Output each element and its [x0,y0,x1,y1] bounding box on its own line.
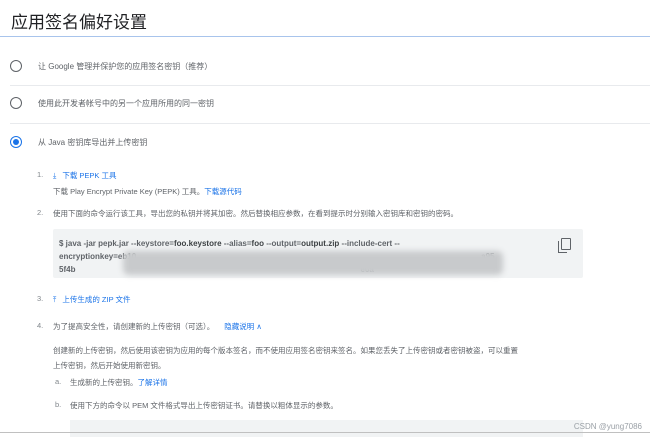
download-pepk-link[interactable]: ⤓ 下载 PEPK 工具 [53,170,117,181]
step-description: 下载 Play Encrypt Private Key (PEPK) 工具。下载… [53,186,242,197]
upload-icon: ⤒ [53,295,57,304]
step-number: 1. [37,170,44,179]
divider [10,123,650,124]
substep-text: 生成新的上传密钥。了解详情 [70,377,168,388]
text: 为了提高安全性，请创建新的上传密钥（可选）。 [53,322,215,331]
paragraph-line: 上传密钥，然后开始使用新密钥。 [53,361,166,370]
option-java-keystore[interactable]: 从 Java 密钥库导出并上传密钥 [10,136,650,148]
substep-letter: b. [55,400,62,409]
step-number: 3. [37,294,44,303]
download-icon: ⤓ [53,171,57,180]
substep-text: 使用下方的命令以 PEM 文件格式导出上传密钥证书。请替换以粗体显示的参数。 [70,401,338,410]
hide-instructions-link[interactable]: 隐藏说明 ∧ [224,322,262,331]
divider [10,85,650,86]
header-divider [0,36,650,37]
desc-text: 下载 Play Encrypt Private Key (PEPK) 工具。 [53,187,205,196]
redaction-blur [123,251,503,275]
substep-letter: a. [55,377,62,386]
page-title: 应用签名偏好设置 [11,13,147,32]
radio-button[interactable] [10,97,22,109]
command-code-block-2 [70,420,583,437]
bottom-divider [0,432,650,433]
upload-zip-link[interactable]: ⤒ 上传生成的 ZIP 文件 [53,294,131,305]
radio-button-selected[interactable] [10,136,22,148]
download-source-link[interactable]: 下载源代码 [204,187,242,196]
step-text: 使用下面的命令运行该工具，导出您的私钥并将其加密。然后替换相应参数，在看到提示时… [53,209,458,218]
step-number: 4. [37,321,44,330]
paragraph-line: 创建新的上传密钥，然后使用该密钥为应用的每个版本签名，而不使用应用签名密钥来签名… [53,346,518,355]
watermark: CSDN @yung7086 [573,422,642,431]
option-label: 使用此开发者帐号中的另一个应用所用的同一密钥 [38,98,214,108]
option-google-managed[interactable]: 让 Google 管理并保护您的应用签名密钥（推荐） [10,60,650,72]
option-same-key[interactable]: 使用此开发者帐号中的另一个应用所用的同一密钥 [10,97,650,109]
step-text: 为了提高安全性，请创建新的上传密钥（可选）。 隐藏说明 ∧ [53,321,262,332]
radio-button[interactable] [10,60,22,72]
option-label: 让 Google 管理并保护您的应用签名密钥（推荐） [38,61,213,71]
learn-more-link[interactable]: 了解详情 [138,378,168,387]
command-code-block[interactable]: $ java -jar pepk.jar --keystore=foo.keys… [53,229,583,278]
link-label: 上传生成的 ZIP 文件 [62,295,131,304]
text: 生成新的上传密钥。 [70,378,138,387]
link-label: 下载 PEPK 工具 [62,171,117,180]
copy-icon[interactable] [558,238,571,253]
step-number: 2. [37,208,44,217]
option-label: 从 Java 密钥库导出并上传密钥 [38,137,148,147]
code-line-1: $ java -jar pepk.jar --keystore=foo.keys… [59,239,400,248]
